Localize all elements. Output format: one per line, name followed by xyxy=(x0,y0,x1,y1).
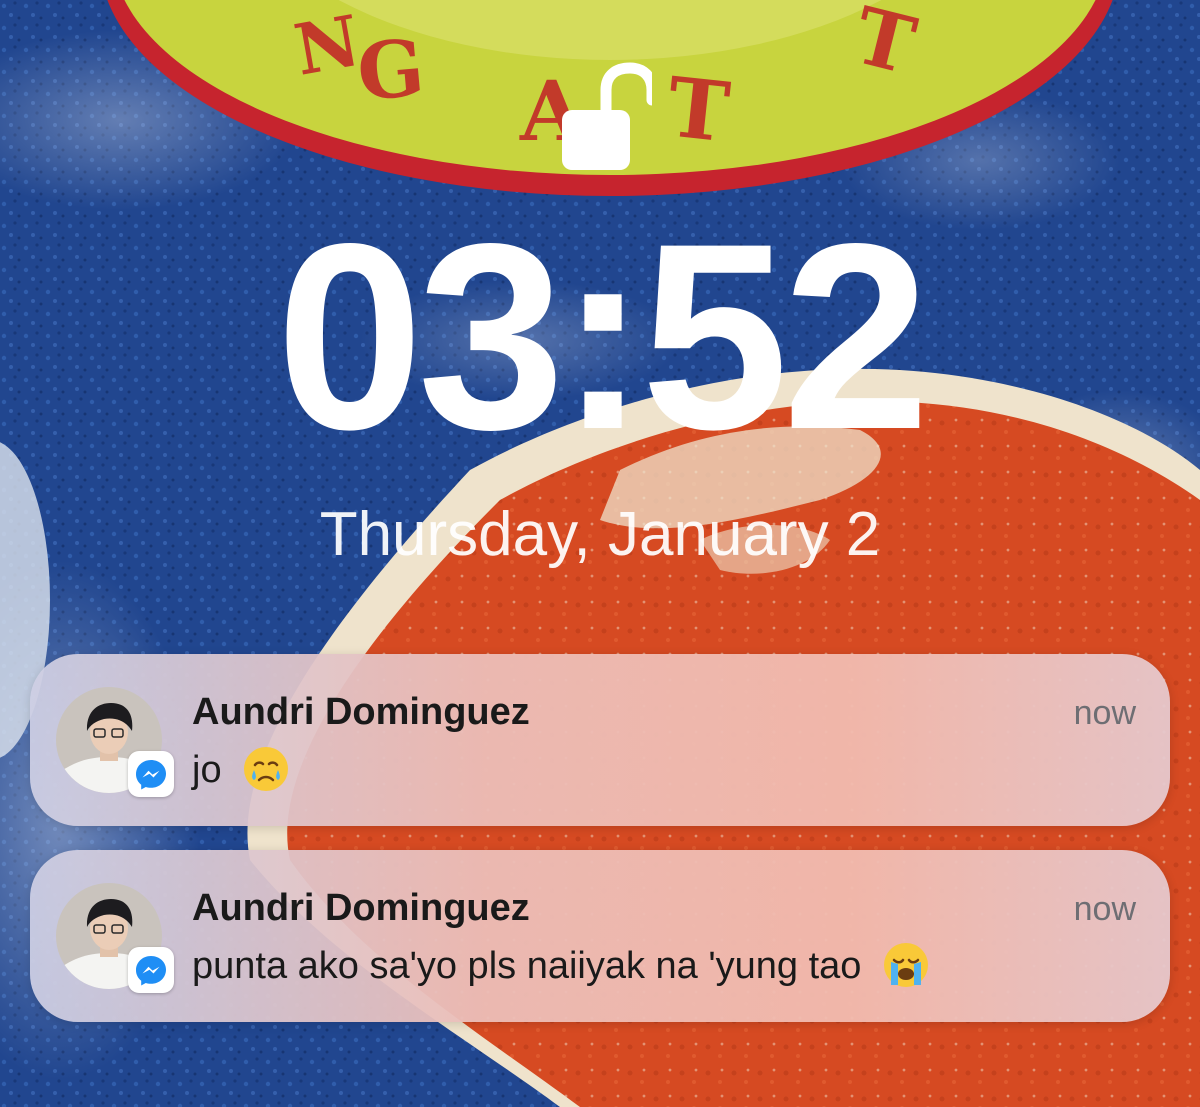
notification-message-text: punta ako sa'yo pls naiiyak na 'yung tao xyxy=(192,945,862,987)
notification-message: jo xyxy=(192,746,290,794)
svg-text:G: G xyxy=(354,22,428,118)
messenger-icon xyxy=(128,751,174,797)
lock-screen-clock: 03:52 xyxy=(276,189,930,485)
notification-time: now xyxy=(1073,694,1136,732)
unlocked-padlock-icon xyxy=(562,62,652,170)
lock-screen-date: Thursday, January 2 xyxy=(319,500,881,569)
notification-sender: Aundri Dominguez xyxy=(192,887,530,929)
notification-message: punta ako sa'yo pls naiiyak na 'yung tao xyxy=(192,942,930,990)
lock-screen: N G A T T 03:52 Thursday, January 2 Aund… xyxy=(0,0,1200,1107)
loudly-crying-face-emoji xyxy=(883,942,928,987)
face-holding-back-tears-emoji xyxy=(244,746,289,791)
notification-card[interactable]: Aundri Dominguez now punta ako sa'yo pls… xyxy=(30,850,1170,1022)
notification-time: now xyxy=(1073,890,1136,928)
notification-card[interactable]: Aundri Dominguez now jo xyxy=(30,654,1170,826)
messenger-icon xyxy=(128,947,174,993)
notification-message-text: jo xyxy=(192,749,222,791)
notification-sender: Aundri Dominguez xyxy=(192,691,530,733)
svg-text:T: T xyxy=(663,59,734,161)
